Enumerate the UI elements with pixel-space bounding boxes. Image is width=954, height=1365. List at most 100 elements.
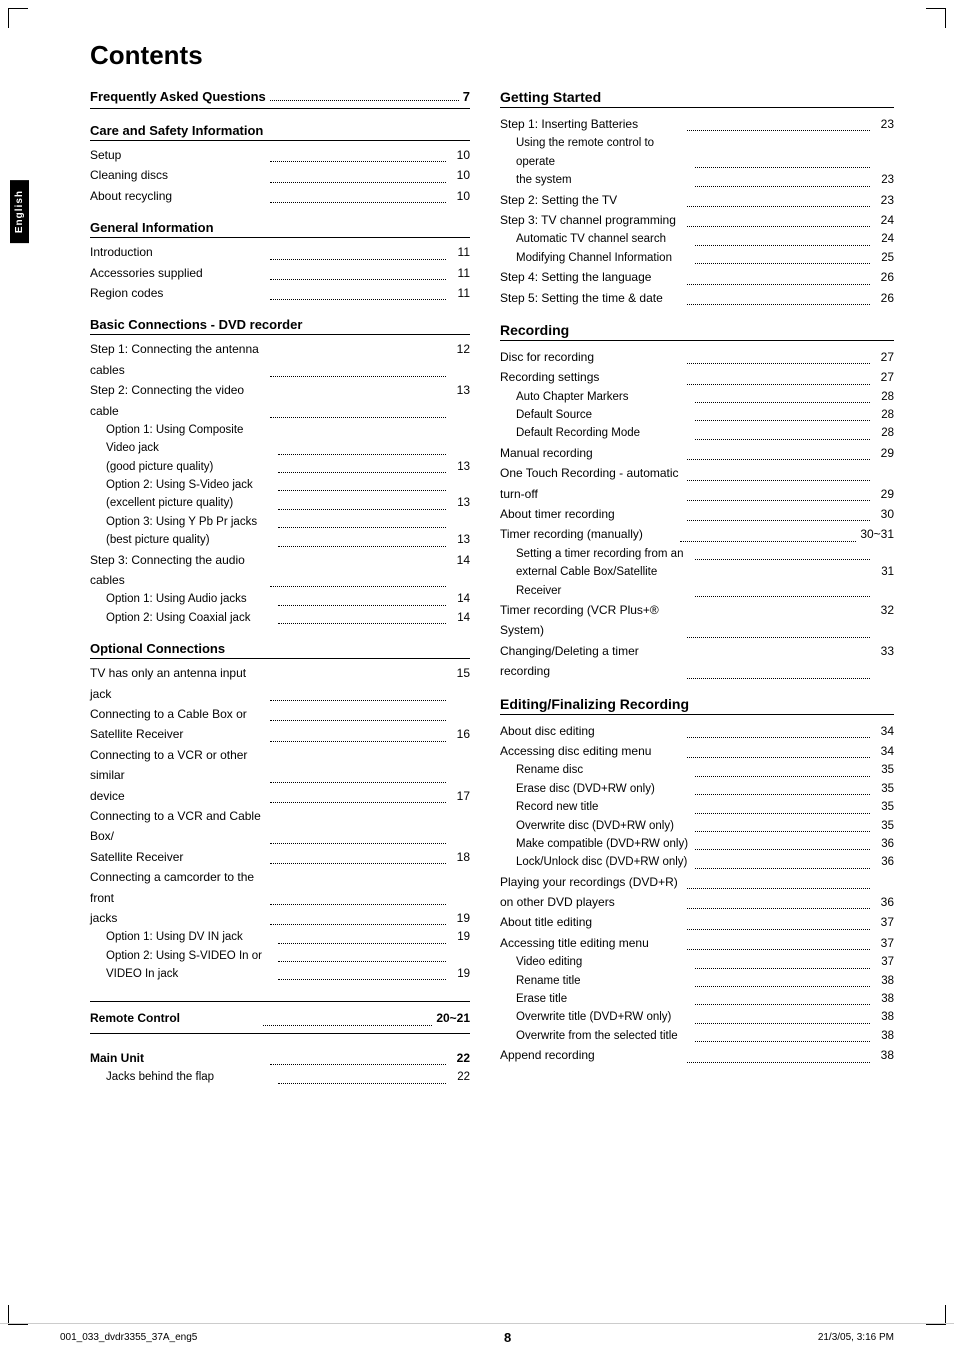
list-item: Step 5: Setting the time & date 26 <box>500 288 894 308</box>
list-item: turn-off 29 <box>500 484 894 504</box>
care-safety-title: Care and Safety Information <box>90 123 470 141</box>
list-item: Region codes 11 <box>90 283 470 303</box>
section-general-info: General Information Introduction 11 Acce… <box>90 220 470 303</box>
list-item: Playing your recordings (DVD+R) <box>500 872 894 892</box>
list-item: Overwrite from the selected title 38 <box>500 1027 894 1045</box>
list-item: Connecting a camcorder to the front <box>90 867 470 908</box>
left-column: Frequently Asked Questions 7 Care and Sa… <box>90 89 470 1101</box>
list-item: Jacks behind the flap 22 <box>90 1068 470 1086</box>
page: English Contents Frequently Asked Questi… <box>0 0 954 1365</box>
section-optional-connections: Optional Connections TV has only an ante… <box>90 641 470 983</box>
list-item: Option 1: Using Composite Video jack <box>90 421 470 458</box>
list-item: external Cable Box/Satellite Receiver 31 <box>500 563 894 600</box>
list-item: Modifying Channel Information 25 <box>500 249 894 267</box>
remote-control-divider-bottom <box>90 1033 470 1034</box>
list-item: Step 2: Setting the TV 23 <box>500 190 894 210</box>
list-item: About timer recording 30 <box>500 504 894 524</box>
list-item: Cleaning discs 10 <box>90 165 470 185</box>
list-item: One Touch Recording - automatic <box>500 463 894 483</box>
right-column: Getting Started Step 1: Inserting Batter… <box>500 89 894 1101</box>
list-item: Manual recording 29 <box>500 443 894 463</box>
list-item: Overwrite disc (DVD+RW only) 35 <box>500 817 894 835</box>
list-item: Option 2: Using S-VIDEO In or <box>90 947 470 965</box>
list-item: Overwrite title (DVD+RW only) 38 <box>500 1008 894 1026</box>
optional-connections-entries: TV has only an antenna input jack 15 Con… <box>90 663 470 983</box>
list-item: Recording settings 27 <box>500 367 894 387</box>
list-item: Rename title 38 <box>500 972 894 990</box>
editing-title: Editing/Finalizing Recording <box>500 696 894 715</box>
list-item: Option 1: Using DV IN jack 19 <box>90 928 470 946</box>
list-item: Option 2: Using S-Video jack <box>90 476 470 494</box>
section-editing: Editing/Finalizing Recording About disc … <box>500 696 894 1066</box>
list-item: Satellite Receiver 16 <box>90 724 470 744</box>
basic-connections-entries: Step 1: Connecting the antenna cables 12… <box>90 339 470 627</box>
list-item: Disc for recording 27 <box>500 347 894 367</box>
list-item: Satellite Receiver 18 <box>90 847 470 867</box>
list-item: About disc editing 34 <box>500 721 894 741</box>
section-main-unit: Main Unit 22 Jacks behind the flap 22 <box>90 1048 470 1087</box>
care-safety-entries: Setup 10 Cleaning discs 10 About recycli… <box>90 145 470 206</box>
list-item: About recycling 10 <box>90 186 470 206</box>
list-item: Step 4: Setting the language 26 <box>500 267 894 287</box>
list-item: Setting a timer recording from an <box>500 545 894 563</box>
list-item: Record new title 35 <box>500 798 894 816</box>
list-item: Timer recording (manually) 30~31 <box>500 524 894 544</box>
section-remote-control: Remote Control 20~21 <box>90 997 470 1033</box>
footer-file: 001_033_dvdr3355_37A_eng5 <box>60 1332 197 1343</box>
list-item: Step 1: Inserting Batteries 23 <box>500 114 894 134</box>
general-info-entries: Introduction 11 Accessories supplied 11 … <box>90 242 470 303</box>
section-recording: Recording Disc for recording 27 Recordin… <box>500 322 894 682</box>
list-item: Rename disc 35 <box>500 761 894 779</box>
list-item: Introduction 11 <box>90 242 470 262</box>
list-item: Changing/Deleting a timer recording 33 <box>500 641 894 682</box>
section-getting-started: Getting Started Step 1: Inserting Batter… <box>500 89 894 308</box>
recording-entries: Disc for recording 27 Recording settings… <box>500 347 894 682</box>
list-item: Erase title 38 <box>500 990 894 1008</box>
list-item: About title editing 37 <box>500 912 894 932</box>
list-item: Make compatible (DVD+RW only) 36 <box>500 835 894 853</box>
list-item: Accessories supplied 11 <box>90 263 470 283</box>
list-item: device 17 <box>90 786 470 806</box>
list-item: jacks 19 <box>90 908 470 928</box>
list-item: Option 2: Using Coaxial jack 14 <box>90 609 470 627</box>
list-item: Accessing disc editing menu 34 <box>500 741 894 761</box>
faq-page: 7 <box>463 89 470 104</box>
list-item: Auto Chapter Markers 28 <box>500 388 894 406</box>
list-item: (best picture quality) 13 <box>90 531 470 549</box>
corner-mark-tl <box>8 8 28 28</box>
list-item: Default Recording Mode 28 <box>500 424 894 442</box>
list-item: Timer recording (VCR Plus+® System) 32 <box>500 600 894 641</box>
section-basic-connections: Basic Connections - DVD recorder Step 1:… <box>90 317 470 627</box>
section-faq: Frequently Asked Questions 7 <box>90 89 470 109</box>
section-care-safety: Care and Safety Information Setup 10 Cle… <box>90 123 470 206</box>
list-item: (good picture quality) 13 <box>90 458 470 476</box>
footer-page-number: 8 <box>504 1330 511 1345</box>
list-item: Video editing 37 <box>500 953 894 971</box>
list-item: VIDEO In jack 19 <box>90 965 470 983</box>
getting-started-entries: Step 1: Inserting Batteries 23 Using the… <box>500 114 894 308</box>
corner-mark-bl <box>8 1305 28 1325</box>
editing-entries: About disc editing 34 Accessing disc edi… <box>500 721 894 1066</box>
list-item: Step 3: Connecting the audio cables 14 <box>90 550 470 591</box>
list-item: Using the remote control to operate <box>500 134 894 171</box>
list-item: Option 1: Using Audio jacks 14 <box>90 590 470 608</box>
list-item: Erase disc (DVD+RW only) 35 <box>500 780 894 798</box>
footer-timestamp: 21/3/05, 3:16 PM <box>818 1332 894 1343</box>
toc-columns: Frequently Asked Questions 7 Care and Sa… <box>90 89 894 1101</box>
list-item: Option 3: Using Y Pb Pr jacks <box>90 513 470 531</box>
remote-control-divider <box>90 997 470 1002</box>
list-item: Automatic TV channel search 24 <box>500 230 894 248</box>
list-item: (excellent picture quality) 13 <box>90 494 470 512</box>
list-item: Step 3: TV channel programming 24 <box>500 210 894 230</box>
corner-mark-tr <box>926 8 946 28</box>
page-title: Contents <box>90 40 894 71</box>
faq-title: Frequently Asked Questions <box>90 89 266 104</box>
list-item: TV has only an antenna input jack 15 <box>90 663 470 704</box>
optional-connections-title: Optional Connections <box>90 641 470 659</box>
list-item: Append recording 38 <box>500 1045 894 1065</box>
list-item: Accessing title editing menu 37 <box>500 933 894 953</box>
list-item: Connecting to a VCR or other similar <box>90 745 470 786</box>
list-item: Step 1: Connecting the antenna cables 12 <box>90 339 470 380</box>
list-item: Lock/Unlock disc (DVD+RW only) 36 <box>500 853 894 871</box>
list-item: Setup 10 <box>90 145 470 165</box>
